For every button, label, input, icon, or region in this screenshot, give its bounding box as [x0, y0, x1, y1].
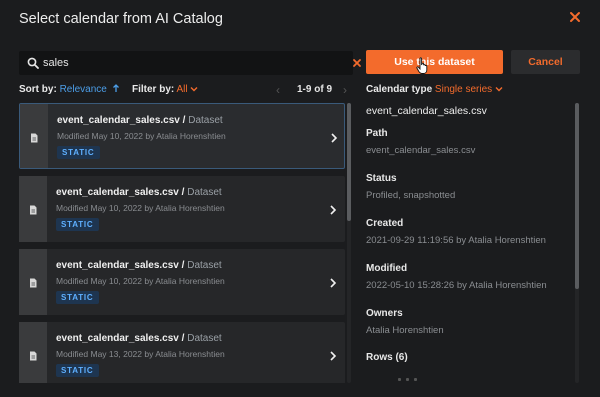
detail-scrollbar[interactable] [575, 103, 579, 383]
item-icon-strip [19, 322, 47, 383]
file-icon [30, 278, 37, 288]
owners-label: Owners [366, 308, 403, 319]
item-type: Dataset [188, 115, 223, 126]
chevron-right-icon[interactable] [329, 205, 337, 215]
filter-label: Filter by: [132, 84, 175, 95]
list-item[interactable]: event_calendar_sales.csv / Dataset Modif… [19, 249, 345, 315]
rows-label: Rows (6) [366, 352, 408, 363]
modified-value: 2022-05-10 15:28:26 by Atalia Horenshtie… [366, 280, 547, 291]
item-name: event_calendar_sales.csv [57, 115, 180, 126]
item-title: event_calendar_sales.csv / Dataset [56, 187, 222, 198]
created-label: Created [366, 218, 404, 229]
search-input[interactable] [43, 54, 323, 72]
prev-page-icon[interactable]: ‹ [276, 83, 280, 97]
filter-control[interactable]: Filter by: All [132, 84, 198, 95]
status-badge: STATIC [56, 364, 99, 377]
item-name: event_calendar_sales.csv [56, 187, 179, 198]
sort-control[interactable]: Sort by: Relevance [19, 84, 120, 95]
file-icon [30, 205, 37, 215]
item-type: Dataset [187, 333, 222, 344]
status-label: Status [366, 173, 397, 184]
calendar-type-control[interactable]: Calendar type Single series [366, 84, 503, 95]
item-sep: / [179, 115, 189, 126]
sort-value[interactable]: Relevance [60, 84, 107, 95]
page-count: 1-9 of 9 [297, 84, 333, 95]
calendar-type-label: Calendar type [366, 84, 433, 95]
detail-title: event_calendar_sales.csv [366, 105, 487, 117]
chevron-right-icon[interactable] [329, 278, 337, 288]
clear-icon[interactable] [352, 58, 362, 68]
item-meta: Modified May 13, 2022 by Atalia Horensht… [56, 349, 225, 359]
status-badge: STATIC [56, 218, 99, 231]
item-icon-strip [19, 176, 47, 242]
item-meta: Modified May 10, 2022 by Atalia Horensht… [57, 131, 226, 141]
search-box [19, 51, 361, 75]
cut-off-content [362, 370, 572, 386]
select-calendar-dialog: Select calendar from AI Catalog Sort by:… [0, 0, 600, 397]
item-meta: Modified May 10, 2022 by Atalia Horensht… [56, 203, 225, 213]
list-item[interactable]: event_calendar_sales.csv / Dataset Modif… [19, 176, 345, 242]
chevron-down-icon[interactable] [495, 86, 503, 92]
chevron-right-icon[interactable] [329, 351, 337, 361]
sort-label: Sort by: [19, 84, 57, 95]
status-badge: STATIC [57, 146, 100, 159]
item-sep: / [178, 187, 188, 198]
calendar-type-value[interactable]: Single series [435, 84, 492, 95]
close-icon[interactable] [568, 10, 582, 24]
item-sep: / [178, 333, 188, 344]
item-icon-strip [20, 104, 48, 168]
item-title: event_calendar_sales.csv / Dataset [57, 115, 223, 126]
list-item[interactable]: event_calendar_sales.csv / Dataset Modif… [19, 322, 345, 383]
chevron-right-icon[interactable] [330, 133, 338, 143]
item-name: event_calendar_sales.csv [56, 260, 179, 271]
use-dataset-button[interactable]: Use this dataset [366, 50, 503, 74]
detail-scrollbar-thumb[interactable] [575, 103, 579, 289]
item-type: Dataset [187, 187, 222, 198]
search-icon [27, 57, 39, 69]
hand-cursor-icon [416, 57, 428, 74]
dialog-title: Select calendar from AI Catalog [19, 11, 223, 27]
item-icon-strip [19, 249, 47, 315]
item-sep: / [178, 260, 188, 271]
sort-arrow-icon[interactable] [112, 84, 120, 93]
path-label: Path [366, 128, 388, 139]
file-icon [31, 133, 38, 143]
item-type: Dataset [187, 260, 222, 271]
list-item[interactable]: event_calendar_sales.csv / Dataset Modif… [19, 103, 345, 169]
list-scrollbar[interactable] [347, 103, 351, 383]
modified-label: Modified [366, 263, 408, 274]
file-icon [30, 351, 37, 361]
filter-value[interactable]: All [176, 84, 187, 95]
status-value: Profiled, snapshotted [366, 190, 456, 201]
list-scrollbar-thumb[interactable] [347, 103, 351, 221]
owners-value: Atalia Horenshtien [366, 325, 444, 336]
item-title: event_calendar_sales.csv / Dataset [56, 333, 222, 344]
dataset-list: event_calendar_sales.csv / Dataset Modif… [19, 103, 345, 383]
item-name: event_calendar_sales.csv [56, 333, 179, 344]
next-page-icon[interactable]: › [343, 83, 347, 97]
path-value: event_calendar_sales.csv [366, 145, 476, 156]
item-title: event_calendar_sales.csv / Dataset [56, 260, 222, 271]
status-badge: STATIC [56, 291, 99, 304]
item-meta: Modified May 10, 2022 by Atalia Horensht… [56, 276, 225, 286]
created-value: 2021-09-29 11:19:56 by Atalia Horenshtie… [366, 235, 546, 246]
cut-off-mark [398, 378, 401, 381]
cut-off-mark [414, 378, 417, 381]
cancel-button[interactable]: Cancel [511, 50, 580, 74]
cut-off-mark [406, 378, 409, 381]
list-toolbar: Sort by: Relevance Filter by: All ‹ 1-9 … [19, 83, 353, 98]
chevron-down-icon[interactable] [190, 86, 198, 92]
